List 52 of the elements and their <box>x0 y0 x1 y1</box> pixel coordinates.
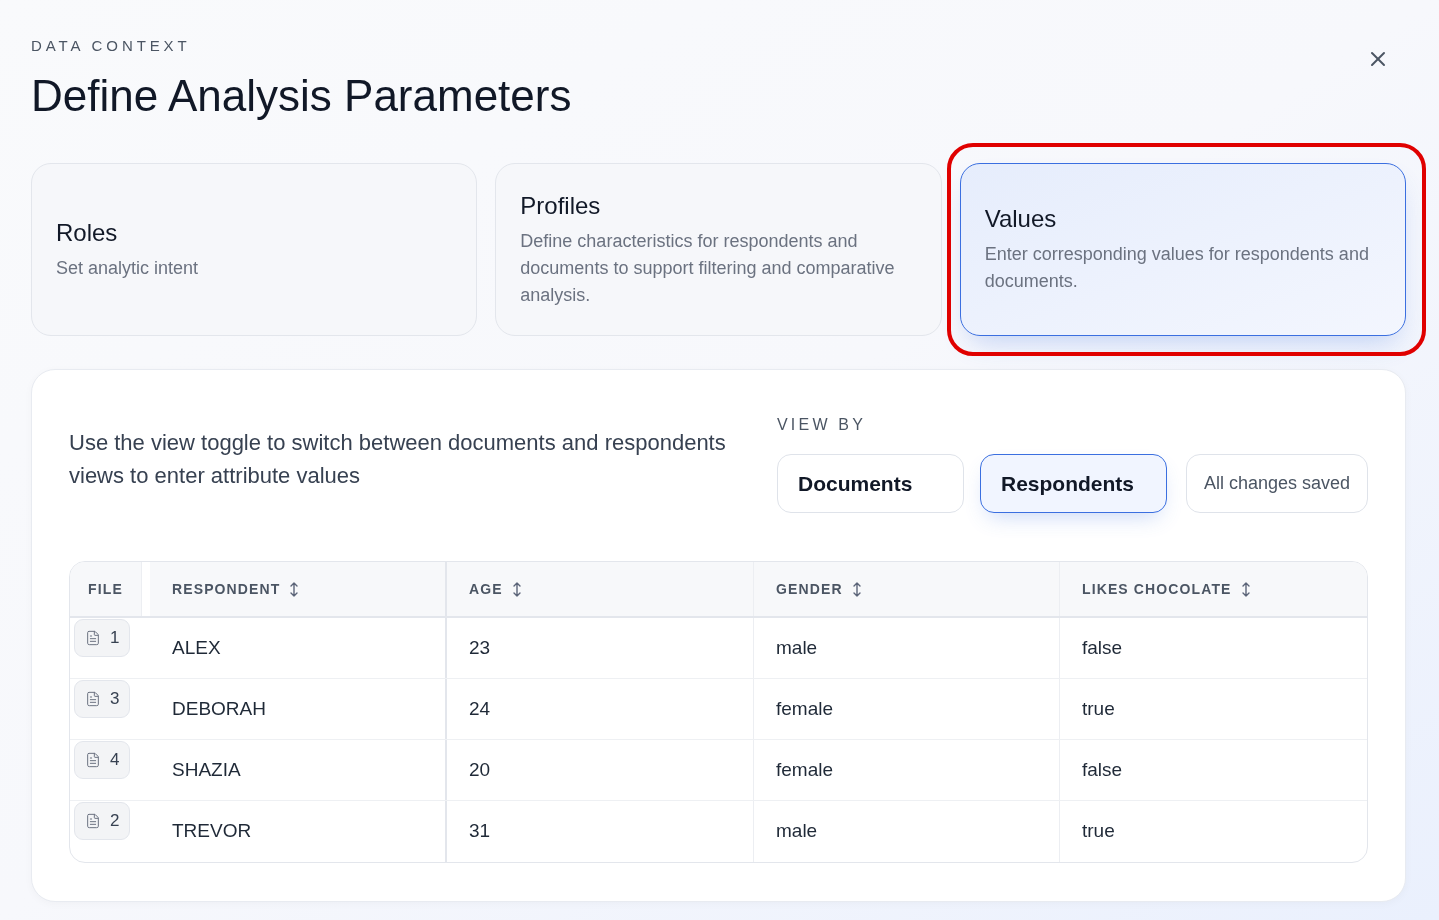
table-cell-text: true <box>1081 819 1116 844</box>
column-header-label: FILE <box>88 579 123 599</box>
table-cell: 31 <box>447 801 754 862</box>
column-header[interactable]: GENDER <box>754 562 1060 616</box>
sort-arrows-icon <box>852 581 861 597</box>
table-cell-text: true <box>1081 696 1116 721</box>
table-cell-text: false <box>1081 757 1124 782</box>
file-badge[interactable]: 3 <box>74 680 131 718</box>
table-cell: female <box>754 740 1060 800</box>
table-cell: male <box>754 618 1060 678</box>
table-cell: male <box>754 801 1060 862</box>
column-header-label: RESPONDENT <box>172 579 281 599</box>
file-badge[interactable]: 1 <box>74 619 131 657</box>
table-cell: 24 <box>447 679 754 739</box>
eyebrow-label: DATA CONTEXT <box>31 38 191 54</box>
table-cell-text: false <box>1081 635 1124 660</box>
column-header-label: LIKES CHOCOLATE <box>1082 579 1232 599</box>
sort-arrows-icon <box>1241 581 1250 597</box>
document-icon <box>85 813 101 829</box>
file-badge[interactable]: 4 <box>74 741 131 779</box>
save-status: All changes saved <box>1186 454 1368 513</box>
view-toggle-option[interactable]: Documents <box>777 454 964 513</box>
column-header-label: AGE <box>469 579 503 599</box>
step-description: Define characteristics for respondents and documents to support filtering and comparative analysis. <box>520 229 896 307</box>
document-icon <box>85 752 101 768</box>
column-header-label: GENDER <box>776 579 843 599</box>
view-toggle-option[interactable]: Respondents <box>980 454 1167 513</box>
instructions-text: Use the view toggle to switch between documents and respondents views to enter attribute values <box>69 429 727 490</box>
document-icon <box>85 691 101 707</box>
document-icon <box>85 630 101 646</box>
table-cell: SHAZIA <box>150 740 447 800</box>
view-by-label: VIEW BY <box>777 415 867 435</box>
step-description: Set analytic intent <box>56 256 200 280</box>
step-title: Values <box>984 204 1058 234</box>
table-cell: female <box>754 679 1060 739</box>
step-card[interactable]: Roles Set analytic intent <box>31 163 478 336</box>
table-cell: 23 <box>447 618 754 678</box>
column-header[interactable]: AGE <box>447 562 754 616</box>
column-header[interactable]: LIKES CHOCOLATE <box>1060 562 1367 616</box>
sort-arrows-icon <box>512 581 521 597</box>
table-cell: DEBORAH <box>150 679 447 739</box>
step-title: Roles <box>56 217 119 248</box>
table-cell: ALEX <box>150 618 447 678</box>
table-cell: 20 <box>447 740 754 800</box>
sort-arrows-icon <box>290 581 299 597</box>
table-cell: TREVOR <box>150 801 447 862</box>
step-title: Profiles <box>520 190 602 221</box>
step-description: Enter corresponding values for respondents and documents. <box>984 243 1370 293</box>
page-title: Define Analysis Parameters <box>31 71 572 121</box>
file-badge[interactable]: 2 <box>74 802 131 840</box>
column-header[interactable]: RESPONDENT <box>150 562 447 616</box>
step-card[interactable]: Profiles Define characteristics for respondents and documents to support filtering and comparative analysis. <box>495 163 942 336</box>
